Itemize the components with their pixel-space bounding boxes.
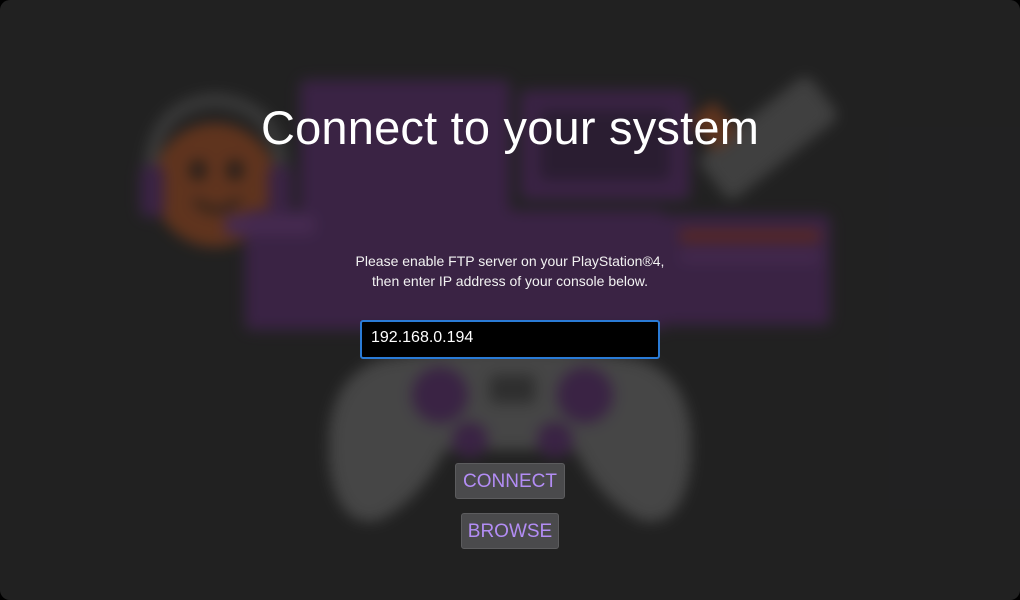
page-title: Connect to your system xyxy=(260,101,760,154)
instructions-line-1: Please enable FTP server on your PlaySta… xyxy=(355,253,665,269)
ip-address-input[interactable] xyxy=(360,320,660,359)
connect-panel: Connect to your system Please enable FTP… xyxy=(0,0,1020,600)
app-window: Connect to your system Please enable FTP… xyxy=(0,0,1020,600)
instructions-text: Please enable FTP server on your PlaySta… xyxy=(0,251,1020,291)
instructions-line-2: then enter IP address of your console be… xyxy=(371,273,649,289)
browse-button[interactable]: BROWSE xyxy=(461,513,559,549)
connect-button[interactable]: CONNECT xyxy=(455,463,565,499)
